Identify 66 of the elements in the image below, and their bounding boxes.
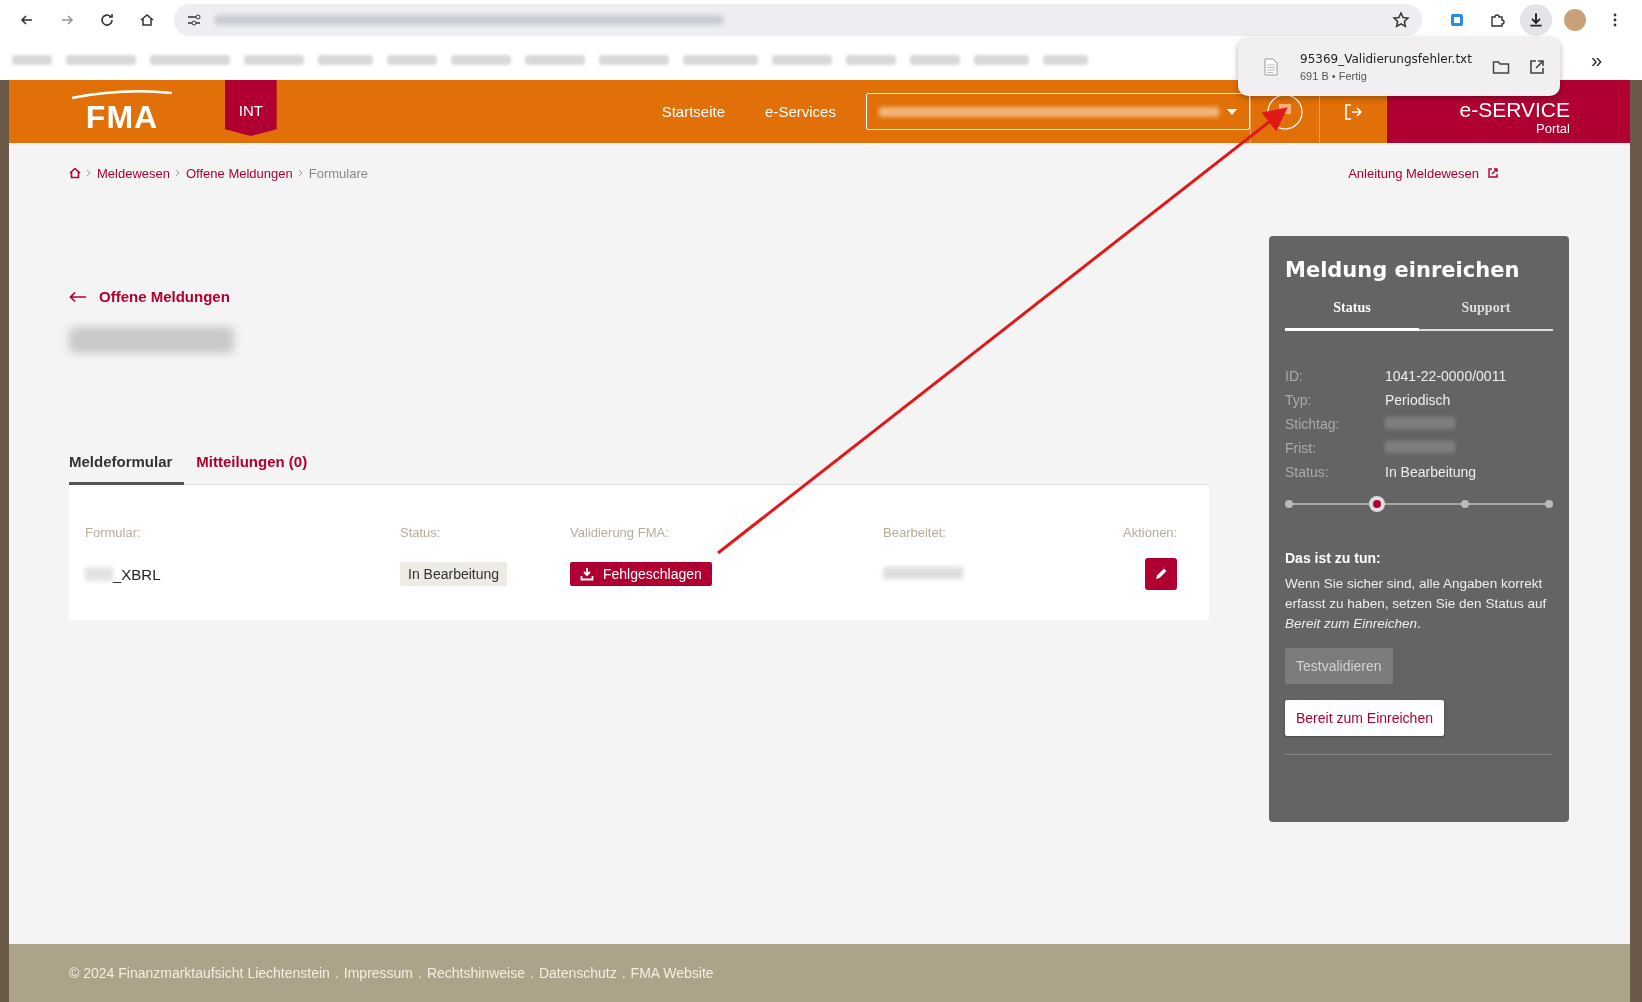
field-label: Typ:	[1285, 392, 1313, 408]
breadcrumb[interactable]: Meldewesen	[97, 165, 170, 181]
todo-heading: Das ist zu tun:	[1285, 550, 1382, 566]
help-link[interactable]: Anleitung Meldewesen	[1348, 165, 1499, 181]
folder-icon[interactable]	[1492, 59, 1510, 75]
status-badge: In Bearbeitung	[400, 562, 508, 586]
breadcrumb[interactable]: Offene Meldungen	[186, 165, 293, 181]
dropdown-caret-icon	[1226, 108, 1237, 115]
arrow-left-icon	[69, 290, 87, 303]
download-icon	[580, 567, 594, 581]
logout-icon[interactable]	[1343, 101, 1364, 122]
column-header: Bearbeitet:	[883, 525, 947, 540]
fma-logo[interactable]: FMA	[69, 80, 175, 143]
more-bookmarks-button[interactable]: »	[1590, 48, 1602, 72]
blurred-value	[1385, 417, 1455, 429]
home-icon[interactable]	[139, 12, 155, 28]
back-link[interactable]: Offene Meldungen	[69, 288, 230, 305]
chevron-icon	[86, 169, 92, 177]
star-icon[interactable]	[1392, 11, 1410, 29]
column-header: Formular:	[85, 525, 142, 540]
nav-link[interactable]: e-Services	[765, 103, 836, 120]
site-settings-icon[interactable]	[186, 12, 202, 28]
column-header: Status:	[400, 525, 442, 540]
column-header: Validierung FMA:	[570, 525, 670, 540]
edit-button[interactable]	[1145, 558, 1177, 590]
breadcrumb[interactable]: Formulare	[308, 165, 368, 181]
tab[interactable]: Mitteilungen (0)	[184, 453, 320, 484]
puzzle-icon[interactable]	[1489, 12, 1505, 28]
extension-icon[interactable]	[1449, 12, 1465, 28]
field-label: Stichtag:	[1285, 416, 1341, 432]
footer-separator: .	[530, 965, 534, 981]
open-external-icon[interactable]	[1528, 59, 1546, 75]
form-name: _XBRL	[113, 565, 161, 583]
field-label: Status:	[1285, 464, 1330, 480]
footer-separator: .	[621, 965, 626, 981]
external-link-icon	[1487, 167, 1499, 179]
footer-separator: .	[334, 965, 339, 981]
environment-tag: INT	[225, 80, 277, 136]
panel-title: Meldung einreichen	[1285, 258, 1521, 282]
pencil-icon	[1154, 567, 1168, 581]
field-value: Periodisch	[1385, 392, 1452, 408]
panel-tab[interactable]: Support	[1419, 300, 1553, 329]
field-value: 1041-22-0000/0011	[1385, 368, 1508, 384]
reload-icon[interactable]	[99, 12, 115, 28]
footer-separator: .	[418, 965, 422, 981]
column-header: Aktionen:	[1123, 525, 1178, 540]
field-value: In Bearbeitung	[1385, 464, 1478, 480]
todo-text: Wenn Sie sicher sind, alle Angaben korrekt erfasst zu haben, setzen Sie den Status auf Bereit zum Einreichen.	[1285, 575, 1548, 633]
panel-tab[interactable]: Status	[1285, 300, 1419, 331]
file-icon	[1264, 58, 1278, 76]
chevron-icon	[297, 169, 304, 177]
home-icon[interactable]	[69, 167, 81, 179]
field-label: Frist:	[1285, 440, 1318, 456]
chevron-icon	[175, 169, 181, 177]
download-filename[interactable]: 95369_Validierungsfehler.txt	[1300, 52, 1474, 66]
panel-button[interactable]: Bereit zum Einreichen	[1285, 700, 1444, 736]
profile-avatar[interactable]	[1564, 9, 1586, 31]
download-status: 691 B • Fertig	[1300, 70, 1368, 82]
blurred-text	[85, 567, 113, 581]
download-button[interactable]	[1520, 4, 1552, 36]
download-icon	[1527, 11, 1545, 29]
nav-link[interactable]: Startseite	[661, 103, 726, 120]
validation-download-button[interactable]: Fehlgeschlagen	[570, 562, 712, 586]
blurred-value	[1385, 441, 1455, 453]
company-select[interactable]	[865, 93, 1250, 130]
field-label: ID:	[1285, 368, 1304, 384]
